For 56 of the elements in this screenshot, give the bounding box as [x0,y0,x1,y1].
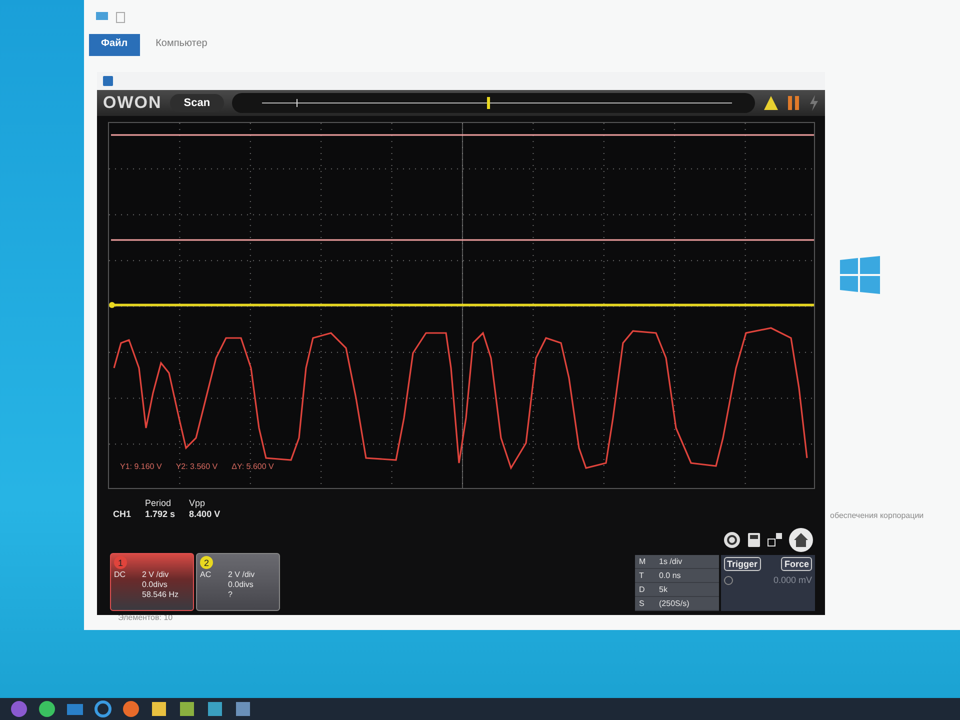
timebase-key: D [639,585,659,594]
timebase-key: T [639,571,659,580]
info-text: обеспечения корпорации [830,511,924,520]
measurement-label: Period [145,498,172,508]
channel-badge: 1 [114,556,127,569]
coupling-text: DC [114,570,127,580]
app-icon[interactable] [178,700,196,718]
home-icon[interactable] [789,528,813,552]
channel-label: CH1 [113,509,132,519]
trigger-source-icon [724,576,733,584]
app-icon[interactable] [206,700,224,718]
channel-card[interactable]: 1 DC 2 V /div 0.0divs 58.546 Hz [110,553,194,611]
position-slider[interactable] [232,93,755,113]
lightning-icon[interactable] [809,95,819,111]
refresh-icon[interactable] [723,531,741,549]
frequency-text: ? [228,590,234,600]
timebase-value: 0.0 ns [659,571,682,580]
trigger-button[interactable]: Trigger [724,557,761,571]
cursor-line[interactable] [111,134,814,136]
offset-text: 0.0divs [142,580,168,590]
app-icon [103,76,113,86]
scale-text: 2 V /div [228,570,256,580]
measurement-value: 1.792 s [145,509,176,519]
browser-icon[interactable] [94,700,112,718]
coupling-text: AC [200,570,212,580]
timebase-value: (250S/s) [659,599,690,608]
ribbon-tab[interactable]: Компьютер [144,34,220,56]
browser-icon[interactable] [122,700,140,718]
offset-text: 0.0divs [228,580,254,590]
pause-icon[interactable] [787,95,801,111]
channel-badge: 2 [200,556,213,569]
cursor-readout: ΔY: 5.600 V [232,462,274,471]
trigger-level: 0.000 mV [773,575,812,585]
trigger-button[interactable]: Force [781,557,812,571]
windows-logo-icon [840,256,880,294]
measurement-value: 8.400 V [189,509,220,519]
timebase-value: 5k [659,585,668,594]
channel-card[interactable]: 2 AC 2 V /div 0.0divs ? [196,553,280,611]
monitor-icon [96,12,108,22]
ribbon-tab[interactable]: Файл [89,34,140,56]
cursor-readout: Y2: 3.560 V [176,462,218,471]
timebase-value: 1s /div [659,557,684,566]
frequency-text: 58.546 Hz [142,590,180,600]
scale-text: 2 V /div [142,570,170,580]
cursor-line[interactable] [111,239,814,241]
brand-logo: OWON [103,93,162,113]
channel-marker-icon[interactable] [109,302,115,308]
warning-icon[interactable] [763,95,779,111]
timebase-key: M [639,557,659,566]
timebase-key: S [639,599,659,608]
measurement-label: Vpp [189,498,206,508]
save-icon[interactable] [747,532,761,548]
network-icon[interactable] [767,532,783,548]
app-icon[interactable] [234,700,252,718]
cursor-readout: Y1: 9.160 V [120,462,162,471]
slider-thumb[interactable] [486,97,490,109]
